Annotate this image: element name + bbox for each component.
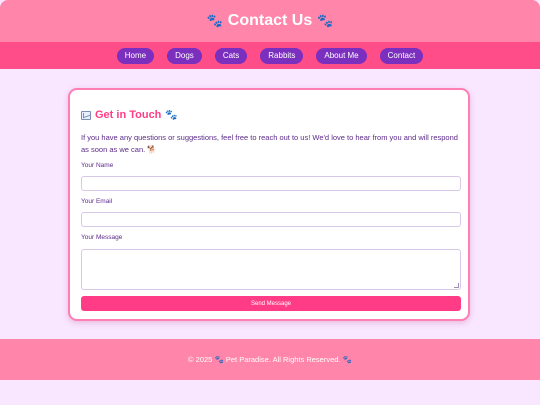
site-header: 🐾 Contact Us 🐾 <box>0 0 540 42</box>
name-label: Your Name <box>81 162 114 169</box>
contact-heading-text: Get in Touch <box>95 109 162 121</box>
paw-icon: 🐾 <box>214 355 224 364</box>
nav-item-contact[interactable]: Contact <box>379 47 424 64</box>
site-footer: © 2025 🐾 Pet Paradise. All Rights Reserv… <box>0 339 540 380</box>
send-message-button[interactable]: Send Message <box>81 296 461 311</box>
envelope-icon <box>81 110 91 120</box>
contact-intro: If you have any questions or suggestions… <box>81 133 458 154</box>
paw-icon: 🐾 <box>317 13 334 28</box>
main-nav: Home Dogs Cats Rabbits About Me Contact <box>0 42 540 69</box>
name-field[interactable] <box>81 176 461 191</box>
page-title-text: Contact Us <box>227 12 313 29</box>
resize-handle-icon[interactable] <box>454 283 459 288</box>
contact-heading: Get in Touch 🐾 <box>81 109 178 121</box>
email-label: Your Email <box>81 198 113 205</box>
paw-icon: 🐾 <box>165 109 178 121</box>
message-field[interactable] <box>81 249 461 290</box>
contact-card: Get in Touch 🐾 If you have any questions… <box>68 88 470 321</box>
footer-rights-text: Pet Paradise. All Rights Reserved. <box>225 355 341 364</box>
paw-icon: 🐾 <box>342 355 352 364</box>
email-field[interactable] <box>81 212 461 227</box>
message-label: Your Message <box>81 234 123 241</box>
footer-text: © 2025 🐾 Pet Paradise. All Rights Reserv… <box>188 355 352 364</box>
nav-item-dogs[interactable]: Dogs <box>167 47 202 64</box>
paw-icon: 🐾 <box>206 13 223 28</box>
nav-item-about-me[interactable]: About Me <box>316 47 367 64</box>
nav-item-cats[interactable]: Cats <box>214 47 248 64</box>
copyright-text: © 2025 <box>188 355 213 364</box>
nav-item-home[interactable]: Home <box>116 47 155 64</box>
page-title: 🐾 Contact Us 🐾 <box>207 12 334 30</box>
nav-item-rabbits[interactable]: Rabbits <box>260 47 304 64</box>
